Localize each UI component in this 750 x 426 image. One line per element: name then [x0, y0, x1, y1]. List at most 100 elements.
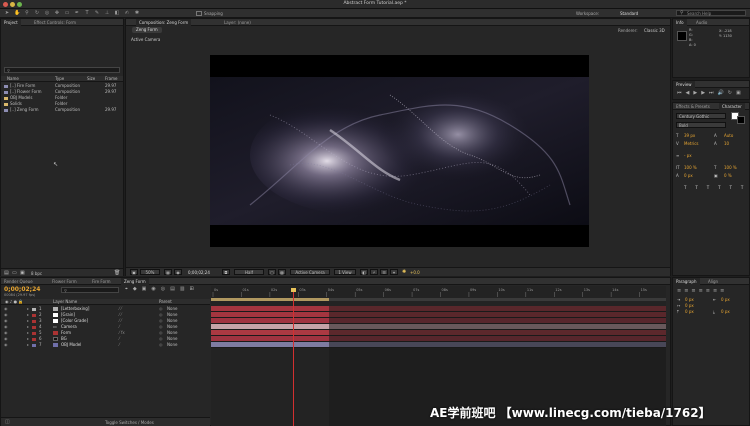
exposure-value[interactable]: +0.0 [410, 270, 420, 275]
column-layer-name[interactable]: Layer Name [53, 299, 77, 305]
space-after-value[interactable]: 0 px [721, 309, 730, 315]
work-area-bar[interactable] [211, 298, 330, 301]
view-layout-select[interactable]: 1 View [334, 269, 356, 275]
font-family-select[interactable]: Century Gothic [676, 113, 726, 119]
project-search-input[interactable]: ⚲ [4, 67, 120, 73]
brush-tool-icon[interactable]: ✎ [94, 10, 100, 16]
leading-value[interactable]: Auto [724, 132, 733, 140]
project-item[interactable]: [..] Zeng Form Composition 29.97 [1, 107, 123, 113]
font-size-value[interactable]: 39 px [684, 132, 695, 140]
mask-tool-icon[interactable]: ▭ [64, 10, 70, 16]
timeline-icon[interactable]: ☰ [380, 269, 388, 275]
parent-pickwhip-icon[interactable]: ◎ [159, 342, 163, 348]
tracking-value[interactable]: 10 [724, 140, 729, 148]
always-preview-icon[interactable]: ▣ [130, 269, 138, 275]
eye-icon[interactable]: ◉ [4, 342, 8, 348]
tab-preview[interactable]: Preview [673, 81, 695, 88]
type-tool-icon[interactable]: T [84, 10, 90, 16]
preview-controls[interactable]: ⏮◀▶▶⏭🔊↻▣ [677, 90, 745, 96]
tab-zeng-form[interactable]: Zeng Form [121, 278, 149, 285]
region-of-interest-icon[interactable]: ▢ [268, 269, 276, 275]
transparency-grid-icon[interactable]: ▩ [278, 269, 286, 275]
zoom-icon[interactable] [17, 2, 22, 7]
time-ruler[interactable]: 0s 01s 02s 03s 04s 05s 06s 07s 08s 09s 10s 11s 12s 13… [211, 286, 666, 306]
fast-previews-icon[interactable]: ⚡ [370, 269, 378, 275]
stroke-color-swatch[interactable] [737, 116, 745, 124]
zoom-tool-icon[interactable]: ⚲ [24, 10, 30, 16]
label-color-swatch[interactable] [32, 307, 36, 311]
label-color-swatch[interactable] [32, 319, 36, 323]
tab-fire-form[interactable]: Fire Form [89, 278, 114, 285]
comp-breadcrumb[interactable]: Zeng Form [132, 27, 162, 33]
tab-align[interactable]: Align [705, 278, 721, 285]
tab-info[interactable]: Info [673, 19, 687, 26]
tab-character[interactable]: Character [719, 103, 745, 110]
view-select[interactable]: Active Camera [290, 269, 330, 275]
snapshot-icon[interactable]: ◘ [222, 269, 230, 275]
tab-project[interactable]: Project [1, 19, 21, 26]
snapping-checkbox[interactable] [196, 11, 202, 16]
selection-tool-icon[interactable]: ➤ [4, 10, 10, 16]
timeline-timecode[interactable]: 0;00;02;24 [4, 286, 40, 293]
layer-switches[interactable]: ⁄ [119, 342, 120, 348]
renderer-value[interactable]: Classic 3D [644, 28, 665, 33]
expand-arrow-icon[interactable]: ▸ [27, 342, 29, 348]
tab-flower-form[interactable]: Flower Form [49, 278, 80, 285]
puppet-tool-icon[interactable]: ✱ [134, 10, 140, 16]
tab-render-queue[interactable]: Render Queue [1, 278, 36, 285]
layer-name[interactable]: OBJ Model [61, 342, 81, 348]
tab-composition[interactable]: Composition: Zeng Form [136, 19, 192, 26]
column-parent[interactable]: Parent [159, 299, 172, 305]
new-composition-icon[interactable]: ▣ [20, 270, 25, 276]
label-color-swatch[interactable] [32, 337, 36, 341]
timeline-search-input[interactable]: ⚲ [61, 287, 119, 293]
pan-behind-tool-icon[interactable]: ✥ [54, 10, 60, 16]
roto-brush-tool-icon[interactable]: ✍ [124, 10, 130, 16]
toggle-pixel-aspect-icon[interactable]: ◧ [360, 269, 368, 275]
timeline-switch-icons[interactable]: ⌖◆▣◉◎▤▥⊞ [125, 286, 199, 292]
camera-tool-icon[interactable]: ◎ [44, 10, 50, 16]
baseline-shift-value[interactable]: 0 px [684, 172, 693, 180]
interpret-footage-icon[interactable]: ▤ [4, 270, 9, 276]
stroke-width-value[interactable]: - px [684, 152, 692, 160]
close-icon[interactable] [3, 2, 8, 7]
trash-icon[interactable]: 🗑 [114, 270, 120, 276]
font-style-select[interactable]: Bold [676, 122, 726, 128]
search-help-input[interactable]: Search Help [676, 10, 746, 16]
column-type[interactable]: Type [55, 76, 64, 82]
label-color-swatch[interactable] [32, 313, 36, 317]
kerning-value[interactable]: Metrics [684, 140, 699, 148]
toggle-switches-modes-button[interactable]: Toggle Switches / Modes [105, 420, 154, 425]
expand-panes-icon[interactable]: ◫ [5, 419, 10, 425]
safe-zones-icon[interactable]: ▦ [164, 269, 172, 275]
new-folder-icon[interactable]: ▭ [12, 270, 17, 276]
flowchart-icon[interactable]: ⌖ [390, 269, 398, 275]
tab-paragraph[interactable]: Paragraph [673, 278, 700, 285]
faux-style-buttons[interactable]: TTTTTT [676, 184, 750, 192]
label-color-swatch[interactable] [32, 325, 36, 329]
zoom-select[interactable]: 50% [140, 269, 160, 275]
exposure-icon[interactable]: ✺ [402, 269, 406, 275]
comp-timecode[interactable]: 0;00;02;24 [188, 270, 210, 275]
column-frame[interactable]: Frame [105, 76, 117, 82]
camera-snapshot-icon[interactable]: ◉ [174, 269, 182, 275]
column-size[interactable]: Size [87, 76, 95, 82]
parent-select[interactable]: None [167, 342, 177, 348]
current-time-indicator-icon[interactable] [291, 288, 297, 292]
column-name[interactable]: Name [7, 76, 19, 82]
tab-audio[interactable]: Audio [693, 19, 710, 26]
hand-tool-icon[interactable]: ✋ [14, 10, 20, 16]
label-color-swatch[interactable] [32, 331, 36, 335]
rotate-tool-icon[interactable]: ↻ [34, 10, 40, 16]
space-before-value[interactable]: 0 px [685, 309, 694, 315]
paragraph-align-buttons[interactable]: ≡≡≡≡≡≡≡ [677, 288, 727, 294]
tab-layer[interactable]: Layer: (none) [221, 19, 254, 26]
clone-stamp-tool-icon[interactable]: ⊥ [104, 10, 110, 16]
workspace-select[interactable]: Standard [620, 10, 638, 17]
bpc-label[interactable]: 8 bpc [31, 271, 42, 276]
playhead[interactable] [293, 289, 295, 426]
tsume-value[interactable]: 0 % [724, 172, 732, 180]
comp-viewer-canvas[interactable] [210, 55, 589, 247]
tab-effects-presets[interactable]: Effects & Presets [673, 103, 713, 110]
vertical-scale-value[interactable]: 100 % [684, 164, 697, 172]
